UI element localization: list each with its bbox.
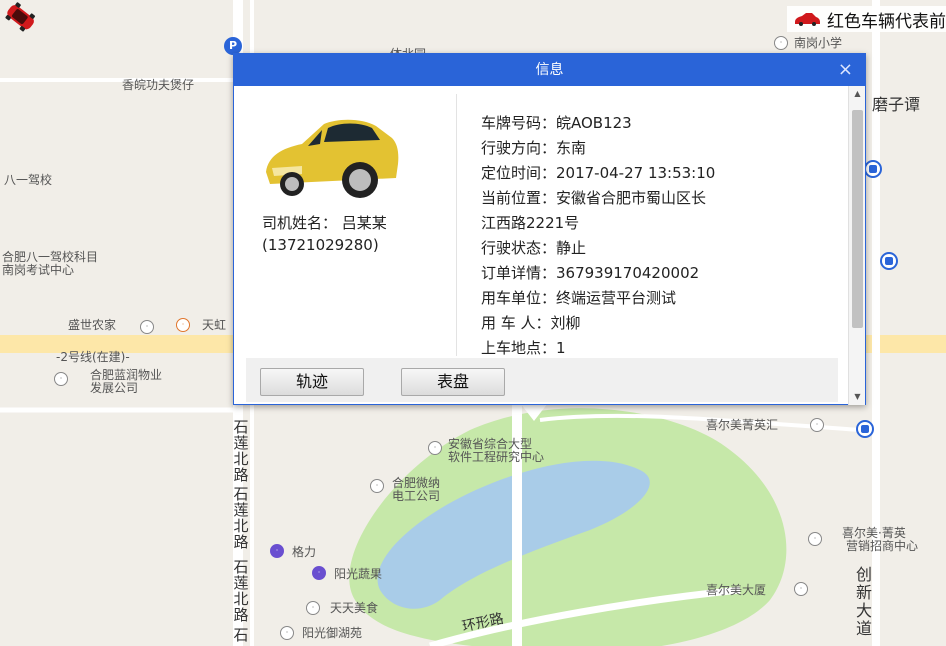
map-label-bayi-school2-line2: 南岗考试中心 bbox=[2, 263, 75, 277]
building-poi-icon[interactable]: · bbox=[280, 626, 294, 640]
map-label-weina-line2: 电工公司 bbox=[392, 489, 441, 503]
dashboard-button[interactable]: 表盘 bbox=[401, 368, 505, 396]
map-label-shilian-road-4: 石 bbox=[233, 626, 249, 644]
content-divider bbox=[456, 94, 457, 356]
map-label-lanrun-line2: 发展公司 bbox=[90, 381, 139, 395]
info-location-time: 定位时间：2017-04-27 13:53:10 bbox=[481, 164, 716, 182]
map-label-shengshi: 盛世农家 bbox=[68, 318, 117, 332]
map-label-tianhong: 天虹 bbox=[202, 318, 227, 332]
info-pickup-location: 上车地点：1 bbox=[481, 339, 566, 357]
map-label-xierm-huijing: 喜尔美菁英汇 bbox=[706, 418, 779, 432]
driver-name: 司机姓名： 吕某某 bbox=[262, 214, 387, 232]
dialog-action-bar: 轨迹 表盘 bbox=[246, 358, 838, 402]
shopping-poi-icon[interactable]: · bbox=[312, 566, 326, 580]
shop-poi-icon[interactable]: · bbox=[176, 318, 190, 332]
school-poi-icon[interactable]: · bbox=[774, 36, 788, 50]
restaurant-poi-icon[interactable]: · bbox=[306, 601, 320, 615]
map-label-bayi-school2-line1: 合肥八一驾校科目 bbox=[2, 250, 99, 264]
restaurant-poi-icon[interactable]: · bbox=[140, 320, 154, 334]
track-button[interactable]: 轨迹 bbox=[260, 368, 364, 396]
vehicle-marker-icon[interactable] bbox=[0, 0, 40, 36]
map-label-weina-line1: 合肥微纳 bbox=[392, 476, 441, 490]
map-label-anhui-line1: 安徽省综合大型 bbox=[448, 437, 533, 451]
shopping-poi-icon[interactable]: · bbox=[270, 544, 284, 558]
map-label-anhui-line2: 软件工程研究中心 bbox=[448, 450, 545, 464]
scroll-up-arrow-icon[interactable]: ▲ bbox=[849, 86, 866, 102]
dialog-scrollbar[interactable]: ▲ ▼ bbox=[848, 86, 865, 405]
map-label-shilian-road-1: 石莲北路 bbox=[233, 418, 249, 484]
bus-stop-icon[interactable] bbox=[880, 252, 898, 270]
map-label-gree: 格力 bbox=[292, 545, 317, 559]
scrollbar-thumb[interactable] bbox=[852, 110, 863, 328]
company-poi-icon[interactable]: · bbox=[808, 532, 822, 546]
info-order-detail: 订单详情：367939170420002 bbox=[481, 264, 700, 282]
dialog-title: 信息 bbox=[535, 62, 564, 78]
scroll-down-arrow-icon[interactable]: ▼ bbox=[849, 389, 866, 405]
map-label-mozi: 磨子谭 bbox=[872, 95, 921, 114]
research-poi-icon[interactable]: · bbox=[428, 441, 442, 455]
close-icon[interactable]: × bbox=[838, 58, 853, 82]
map-label-hamburger: 香皖功夫煲仔 bbox=[122, 78, 195, 92]
dialog-content: 司机姓名： 吕某某 (13721029280) 车牌号码：皖AOB123 行驶方… bbox=[234, 86, 850, 405]
info-direction: 行驶方向：东南 bbox=[481, 139, 587, 157]
map-label-yangguang-yuhu: 阳光御湖苑 bbox=[302, 626, 363, 640]
car-photo bbox=[262, 108, 400, 208]
building-poi-icon[interactable]: · bbox=[794, 582, 808, 596]
legend-text: 红色车辆代表前 bbox=[827, 11, 946, 32]
bus-stop-icon[interactable] bbox=[856, 420, 874, 438]
map-label-yangguang-shucai: 阳光蔬果 bbox=[334, 567, 383, 581]
info-company: 用车单位：终端运营平台测试 bbox=[481, 289, 677, 307]
map-label-shilian-road-2: 石莲北路 bbox=[233, 485, 249, 551]
popup-pointer bbox=[520, 403, 548, 421]
bus-stop-icon[interactable] bbox=[864, 160, 882, 178]
info-driving-status: 行驶状态：静止 bbox=[481, 239, 587, 257]
map-label-line2: -2号线(在建)- bbox=[56, 350, 130, 364]
map-label-bayi-school: 八一驾校 bbox=[4, 173, 53, 187]
map-label-shilian-road-3: 石莲北路 bbox=[233, 558, 249, 624]
driver-phone: (13721029280) bbox=[262, 236, 379, 254]
info-plate-number: 车牌号码：皖AOB123 bbox=[481, 114, 632, 132]
company-poi-icon[interactable]: · bbox=[370, 479, 384, 493]
map-label-chuangxin-road: 创新大道 bbox=[855, 565, 872, 638]
info-passenger: 用 车 人：刘柳 bbox=[481, 314, 581, 332]
map-label-lanrun-line1: 合肥蓝润物业 bbox=[90, 368, 163, 382]
red-car-icon bbox=[795, 13, 820, 26]
legend: 红色车辆代表前 bbox=[787, 6, 946, 32]
map-label-xierm-jingying-line2: 营销招商中心 bbox=[846, 539, 919, 553]
info-current-location: 当前位置：安徽省合肥市蜀山区长 bbox=[481, 189, 707, 207]
building-poi-icon[interactable]: · bbox=[810, 418, 824, 432]
company-poi-icon[interactable]: · bbox=[54, 372, 68, 386]
map-label-xierm-dasha: 喜尔美大厦 bbox=[706, 583, 767, 597]
info-current-location-cont: 江西路2221号 bbox=[481, 214, 580, 232]
map-label-tiantian: 天天美食 bbox=[330, 601, 379, 615]
vehicle-info-dialog: 信息 × 司机姓名： 吕某某 (13721029280) 车牌号码：皖AOB12… bbox=[233, 53, 866, 405]
map-label-nangang-primary: 南岗小学 bbox=[794, 36, 843, 50]
dialog-titlebar[interactable]: 信息 × bbox=[234, 54, 865, 86]
map-label-xierm-jingying-line1: 喜尔美·菁英 bbox=[842, 526, 906, 540]
